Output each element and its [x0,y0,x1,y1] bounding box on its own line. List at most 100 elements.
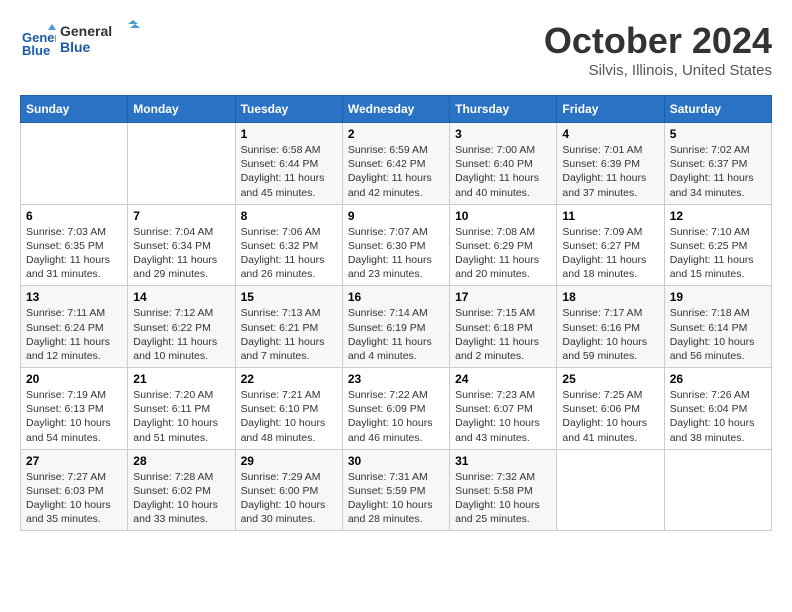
weekday-header: Friday [557,96,664,123]
calendar-cell: 15Sunrise: 7:13 AMSunset: 6:21 PMDayligh… [235,286,342,368]
day-info: Sunrise: 7:15 AMSunset: 6:18 PMDaylight:… [455,306,551,363]
day-info: Sunrise: 7:17 AMSunset: 6:16 PMDaylight:… [562,306,658,363]
logo: General Blue General Blue [20,20,140,61]
day-number: 5 [670,127,766,141]
day-info-line: Daylight: 11 hours and 7 minutes. [241,335,337,363]
day-info-line: Sunrise: 7:23 AM [455,388,551,402]
day-number: 7 [133,209,229,223]
day-info: Sunrise: 7:32 AMSunset: 5:58 PMDaylight:… [455,470,551,527]
day-info-line: Daylight: 11 hours and 15 minutes. [670,253,766,281]
day-number: 8 [241,209,337,223]
day-info-line: Sunset: 6:10 PM [241,402,337,416]
calendar-cell [557,449,664,531]
title-block: October 2024 Silvis, Illinois, United St… [544,20,772,79]
day-info: Sunrise: 7:14 AMSunset: 6:19 PMDaylight:… [348,306,444,363]
day-number: 30 [348,454,444,468]
day-info-line: Daylight: 10 hours and 25 minutes. [455,498,551,526]
day-info: Sunrise: 6:58 AMSunset: 6:44 PMDaylight:… [241,143,337,200]
day-info-line: Sunrise: 7:22 AM [348,388,444,402]
day-info: Sunrise: 7:10 AMSunset: 6:25 PMDaylight:… [670,225,766,282]
day-info-line: Sunset: 6:06 PM [562,402,658,416]
day-info: Sunrise: 7:00 AMSunset: 6:40 PMDaylight:… [455,143,551,200]
calendar-cell: 13Sunrise: 7:11 AMSunset: 6:24 PMDayligh… [21,286,128,368]
calendar-cell: 6 Sunrise: 7:03 AMSunset: 6:35 PMDaylight… [21,204,128,286]
day-info-line: Sunset: 5:59 PM [348,484,444,498]
day-info: Sunrise: 7:29 AMSunset: 6:00 PMDaylight:… [241,470,337,527]
day-info-line: Sunset: 6:42 PM [348,157,444,171]
day-number: 28 [133,454,229,468]
calendar-week-row: 13Sunrise: 7:11 AMSunset: 6:24 PMDayligh… [21,286,772,368]
day-info-line: Daylight: 11 hours and 26 minutes. [241,253,337,281]
day-info-line: Daylight: 11 hours and 31 minutes. [26,253,122,281]
weekday-header: Monday [128,96,235,123]
day-number: 20 [26,372,122,386]
calendar-cell: 20 Sunrise: 7:19 AMSunset: 6:13 PMDayligh… [21,368,128,450]
calendar-cell: 30 Sunrise: 7:31 AMSunset: 5:59 PMDayligh… [342,449,449,531]
day-info-line: Daylight: 11 hours and 34 minutes. [670,171,766,199]
day-number: 29 [241,454,337,468]
day-info-line: Sunrise: 7:02 AM [670,143,766,157]
logo-icon: General Blue [20,22,56,58]
calendar-cell: 25Sunrise: 7:25 AMSunset: 6:06 PMDayligh… [557,368,664,450]
location-title: Silvis, Illinois, United States [544,62,772,79]
calendar-cell: 16Sunrise: 7:14 AMSunset: 6:19 PMDayligh… [342,286,449,368]
day-info-line: Daylight: 11 hours and 40 minutes. [455,171,551,199]
day-info-line: Daylight: 10 hours and 46 minutes. [348,416,444,444]
day-info: Sunrise: 7:31 AMSunset: 5:59 PMDaylight:… [348,470,444,527]
day-info-line: Daylight: 10 hours and 30 minutes. [241,498,337,526]
day-info-line: Sunrise: 7:11 AM [26,306,122,320]
day-info-line: Sunrise: 7:17 AM [562,306,658,320]
calendar-cell: 9Sunrise: 7:07 AMSunset: 6:30 PMDaylight… [342,204,449,286]
day-info-line: Sunrise: 7:27 AM [26,470,122,484]
day-info-line: Sunrise: 7:08 AM [455,225,551,239]
calendar-week-row: 27Sunrise: 7:27 AMSunset: 6:03 PMDayligh… [21,449,772,531]
day-number: 14 [133,290,229,304]
day-info-line: Sunset: 6:22 PM [133,321,229,335]
day-info-line: Sunrise: 7:00 AM [455,143,551,157]
svg-text:Blue: Blue [22,43,50,58]
day-info-line: Daylight: 10 hours and 41 minutes. [562,416,658,444]
day-number: 19 [670,290,766,304]
day-info-line: Daylight: 10 hours and 43 minutes. [455,416,551,444]
calendar-cell: 12Sunrise: 7:10 AMSunset: 6:25 PMDayligh… [664,204,771,286]
weekday-header: Tuesday [235,96,342,123]
day-number: 4 [562,127,658,141]
day-info: Sunrise: 7:03 AMSunset: 6:35 PMDaylight:… [26,225,122,282]
day-number: 31 [455,454,551,468]
day-info: Sunrise: 7:13 AMSunset: 6:21 PMDaylight:… [241,306,337,363]
day-info-line: Daylight: 10 hours and 59 minutes. [562,335,658,363]
calendar-cell [21,123,128,205]
day-info-line: Daylight: 10 hours and 51 minutes. [133,416,229,444]
calendar-cell [128,123,235,205]
calendar-cell: 8Sunrise: 7:06 AMSunset: 6:32 PMDaylight… [235,204,342,286]
day-info: Sunrise: 7:20 AMSunset: 6:11 PMDaylight:… [133,388,229,445]
calendar-cell [664,449,771,531]
weekday-header: Sunday [21,96,128,123]
day-info-line: Daylight: 11 hours and 37 minutes. [562,171,658,199]
day-number: 3 [455,127,551,141]
calendar-cell: 27Sunrise: 7:27 AMSunset: 6:03 PMDayligh… [21,449,128,531]
svg-text:Blue: Blue [60,39,91,55]
calendar-cell: 22Sunrise: 7:21 AMSunset: 6:10 PMDayligh… [235,368,342,450]
day-info-line: Sunset: 6:11 PM [133,402,229,416]
day-number: 26 [670,372,766,386]
day-info-line: Sunset: 6:29 PM [455,239,551,253]
page-header: General Blue General Blue October 2024 S… [20,20,772,79]
day-info-line: Sunrise: 7:31 AM [348,470,444,484]
day-info-line: Sunrise: 7:21 AM [241,388,337,402]
day-info: Sunrise: 7:04 AMSunset: 6:34 PMDaylight:… [133,225,229,282]
day-info-line: Daylight: 10 hours and 56 minutes. [670,335,766,363]
day-number: 6 [26,209,122,223]
day-info: Sunrise: 7:19 AMSunset: 6:13 PMDaylight:… [26,388,122,445]
day-info: Sunrise: 7:26 AMSunset: 6:04 PMDaylight:… [670,388,766,445]
day-info-line: Sunrise: 7:12 AM [133,306,229,320]
calendar-cell: 23Sunrise: 7:22 AMSunset: 6:09 PMDayligh… [342,368,449,450]
day-info-line: Sunset: 6:21 PM [241,321,337,335]
day-info-line: Sunset: 6:00 PM [241,484,337,498]
day-info-line: Sunset: 6:32 PM [241,239,337,253]
day-info-line: Sunset: 5:58 PM [455,484,551,498]
day-info-line: Sunrise: 7:14 AM [348,306,444,320]
day-info-line: Sunrise: 7:32 AM [455,470,551,484]
weekday-header: Saturday [664,96,771,123]
calendar-cell: 19Sunrise: 7:18 AMSunset: 6:14 PMDayligh… [664,286,771,368]
